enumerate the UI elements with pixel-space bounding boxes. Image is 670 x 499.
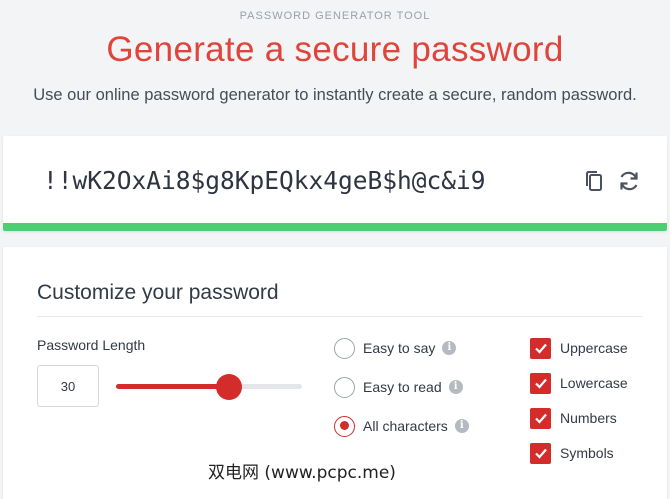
checkmark-icon <box>534 448 547 459</box>
divider <box>37 316 642 317</box>
password-length-slider[interactable] <box>116 374 302 400</box>
watermark-label: 双电网 (www.pcpc.me) <box>200 458 404 488</box>
strength-bar <box>3 223 667 231</box>
copy-icon[interactable] <box>581 168 607 194</box>
refresh-icon[interactable] <box>616 168 642 194</box>
checkbox[interactable] <box>530 337 551 359</box>
checkbox-label: Symbols <box>560 445 614 461</box>
checkbox-numbers[interactable]: Numbers <box>530 406 617 430</box>
checkbox[interactable] <box>530 442 551 464</box>
radio-label: Easy to say <box>363 340 436 356</box>
radio-button[interactable] <box>334 337 355 359</box>
info-icon[interactable]: i <box>448 380 463 394</box>
checkbox[interactable] <box>530 407 551 429</box>
radio-label: Easy to read <box>363 379 442 395</box>
checkmark-icon <box>534 343 547 354</box>
eyebrow-label: PASSWORD GENERATOR TOOL <box>239 10 431 22</box>
checkbox-lowercase[interactable]: Lowercase <box>530 371 628 395</box>
radio-button[interactable] <box>334 376 355 398</box>
radio-easy-to-say[interactable]: Easy to say i <box>334 336 457 360</box>
password-length-input[interactable] <box>37 365 99 407</box>
checkbox-label: Numbers <box>560 410 617 426</box>
radio-label: All characters <box>363 418 448 434</box>
checkbox-symbols[interactable]: Symbols <box>530 441 614 465</box>
slider-fill <box>116 384 230 389</box>
checkbox-label: Lowercase <box>560 375 628 391</box>
info-icon[interactable]: i <box>454 419 469 433</box>
checkmark-icon <box>534 413 547 424</box>
customize-title: Customize your password <box>37 281 279 304</box>
radio-all-characters[interactable]: All characters i <box>334 414 469 438</box>
slider-thumb[interactable] <box>216 374 243 400</box>
radio-button[interactable] <box>334 415 355 437</box>
checkbox[interactable] <box>530 372 551 394</box>
radio-easy-to-read[interactable]: Easy to read i <box>334 375 463 399</box>
info-icon[interactable]: i <box>442 341 457 355</box>
page-title: Generate a secure password <box>106 30 564 69</box>
password-card: !!wK2OxAi8$g8KpEQkx4geB$h@c&i9 <box>3 136 667 231</box>
password-length-label: Password Length <box>37 337 146 353</box>
page-subtitle: Use our online password generator to ins… <box>33 86 637 104</box>
checkbox-label: Uppercase <box>560 340 628 356</box>
page-header: PASSWORD GENERATOR TOOL Generate a secur… <box>0 0 670 132</box>
generated-password[interactable]: !!wK2OxAi8$g8KpEQkx4geB$h@c&i9 <box>43 166 486 195</box>
checkmark-icon <box>534 378 547 389</box>
checkbox-uppercase[interactable]: Uppercase <box>530 336 628 360</box>
